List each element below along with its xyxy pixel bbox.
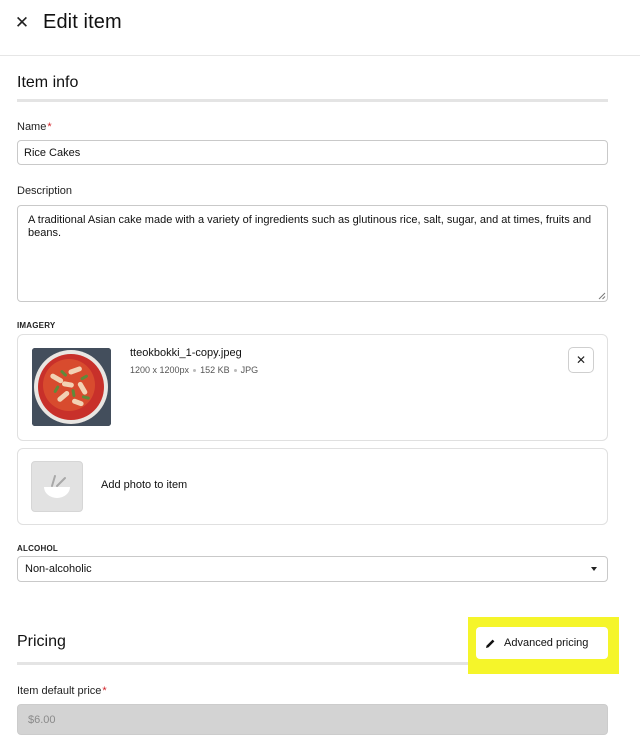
alcohol-label: ALCOHOL xyxy=(17,544,58,553)
image-size: 152 KB xyxy=(200,365,230,375)
separator-dot xyxy=(233,368,237,372)
default-price-label: Item default price* xyxy=(17,685,107,697)
add-photo-label: Add photo to item xyxy=(101,479,188,491)
image-card: tteokbokki_1-copy.jpeg 1200 x 1200px 152… xyxy=(17,334,608,441)
close-icon: ✕ xyxy=(575,353,587,367)
default-price-value: $6.00 xyxy=(28,713,56,726)
name-label: Name* xyxy=(17,121,52,133)
page-header: ✕ Edit item xyxy=(0,0,640,56)
separator-dot xyxy=(193,368,197,372)
file-name: tteokbokki_1-copy.jpeg xyxy=(130,347,242,359)
resize-grip-icon[interactable] xyxy=(598,292,606,300)
page-title: Edit item xyxy=(43,11,122,33)
description-label: Description xyxy=(17,185,73,197)
pencil-icon xyxy=(486,639,495,648)
remove-image-button[interactable]: ✕ xyxy=(568,347,594,373)
item-info-heading: Item info xyxy=(17,74,79,91)
file-meta: 1200 x 1200px 152 KB JPG xyxy=(130,365,258,375)
image-format: JPG xyxy=(240,365,259,375)
default-price-field: $6.00 xyxy=(17,704,608,735)
add-photo-card[interactable]: Add photo to item xyxy=(17,448,608,525)
close-icon[interactable]: ✕ xyxy=(12,13,32,33)
default-price-label-text: Item default price xyxy=(17,685,102,697)
image-dimensions: 1200 x 1200px xyxy=(130,365,190,375)
section-divider xyxy=(17,99,608,102)
bowl-icon xyxy=(44,474,70,498)
advanced-pricing-button[interactable]: Advanced pricing xyxy=(476,627,608,659)
advanced-pricing-label: Advanced pricing xyxy=(504,637,589,649)
food-thumbnail[interactable] xyxy=(32,348,111,426)
required-marker: * xyxy=(47,121,52,133)
name-label-text: Name xyxy=(17,121,47,133)
alcohol-select[interactable]: Non-alcoholic xyxy=(17,556,608,582)
imagery-label: IMAGERY xyxy=(17,321,56,330)
alcohol-selected-value: Non-alcoholic xyxy=(25,563,92,575)
caret-down-icon xyxy=(591,567,597,571)
required-marker: * xyxy=(102,685,107,697)
add-photo-tile[interactable] xyxy=(31,461,83,512)
pricing-heading: Pricing xyxy=(17,633,66,650)
name-input[interactable] xyxy=(17,140,608,165)
description-textarea[interactable]: A traditional Asian cake made with a var… xyxy=(17,205,608,302)
